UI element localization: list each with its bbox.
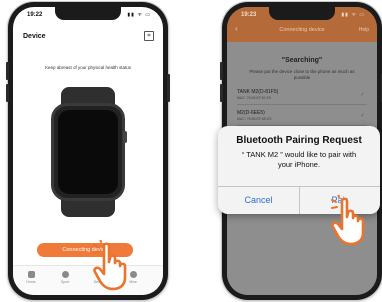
- tap-hand-icon: [93, 240, 127, 291]
- dialog-message: “ TANK M2 ” would like to pair with your…: [224, 150, 374, 170]
- left-screen: 19:22 ▮▮ ᯤ ▭ Device ⌗ Keep abreast of yo…: [13, 7, 163, 295]
- tab-label: Home: [26, 280, 36, 284]
- device-name: TANK M2(D-81F5): [237, 89, 279, 95]
- sport-icon: [61, 271, 69, 278]
- page-title: Device: [23, 33, 46, 40]
- device-row[interactable]: M2(D-6EE5) MAC: 76:63:EF:6E:E5 ✓: [237, 108, 367, 126]
- smartwatch-image: [49, 87, 127, 217]
- tab-home[interactable]: Home: [19, 271, 43, 284]
- volume-button: [220, 84, 223, 102]
- status-icons: ▮▮ ᯤ ▭: [341, 12, 365, 18]
- notch: [269, 7, 335, 20]
- status-time: 19:23: [241, 12, 257, 18]
- check-icon: ✓: [359, 92, 365, 98]
- searching-title: "Searching": [281, 57, 323, 64]
- status-time: 19:22: [27, 12, 43, 18]
- device-mac: MAC: 76:63:EF:6E:E5: [237, 117, 272, 121]
- scan-icon[interactable]: ⌗: [144, 31, 154, 41]
- notch: [55, 7, 121, 20]
- home-icon: [27, 271, 35, 278]
- page-subtitle: Keep abreast of your physical health sta…: [44, 65, 132, 70]
- tab-bar: Home Sport Device Mine: [13, 265, 163, 295]
- help-link[interactable]: Help: [359, 27, 369, 33]
- status-icons: ▮▮ ᯤ ▭: [127, 12, 151, 18]
- nav-title: Connecting device: [279, 27, 325, 33]
- volume-button: [6, 62, 9, 80]
- check-icon: ✓: [359, 113, 365, 119]
- tab-label: Sport: [60, 280, 70, 284]
- searching-hint: Please put the device close to the phone…: [249, 69, 355, 80]
- watch-face: [58, 110, 118, 194]
- dialog-message-line: “ TANK M2 ” would like to pair with: [241, 150, 357, 159]
- device-mac: MAC: 76:63:EF:81:F5: [237, 96, 271, 100]
- tab-sport[interactable]: Sport: [53, 271, 77, 284]
- watch-body: [51, 103, 125, 201]
- device-name: M2(D-6EE5): [237, 110, 265, 116]
- dialog-message-line: your iPhone.: [277, 160, 321, 169]
- volume-button: [6, 84, 9, 102]
- tap-hand-icon: [331, 195, 365, 246]
- left-phone: 19:22 ▮▮ ᯤ ▭ Device ⌗ Keep abreast of yo…: [6, 2, 170, 300]
- power-button: [167, 74, 170, 102]
- dialog-title: Bluetooth Pairing Request: [236, 135, 362, 146]
- nav-bar: ‹ Connecting device Help: [227, 23, 377, 39]
- volume-button: [220, 62, 223, 80]
- device-row[interactable]: TANK M2(D-81F5) MAC: 76:63:EF:81:F5 ✓: [237, 87, 367, 105]
- cancel-button[interactable]: Cancel: [218, 187, 299, 214]
- watch-crown: [123, 131, 127, 143]
